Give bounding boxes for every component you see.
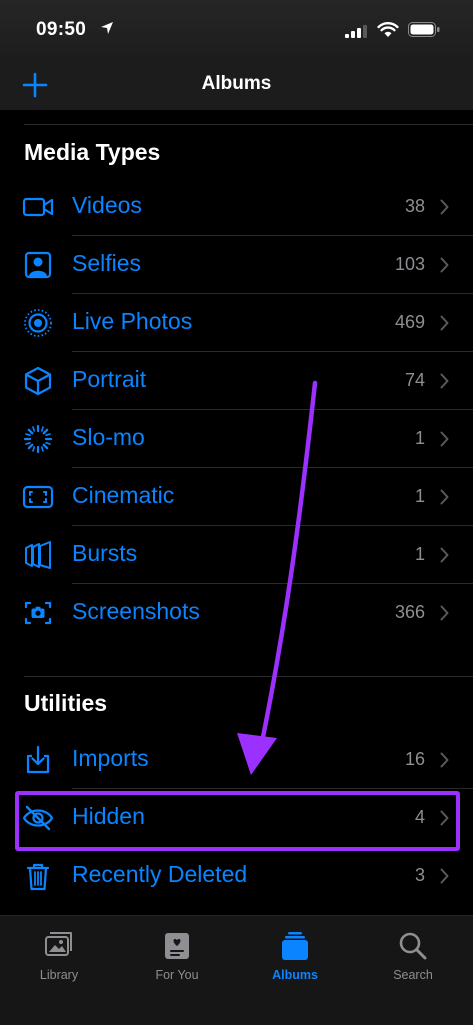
- for-you-icon: [165, 933, 189, 959]
- album-count: 3: [414, 865, 425, 885]
- screenshot-icon: [24, 601, 52, 625]
- chevron-right-icon: [440, 373, 449, 389]
- trash-icon: [26, 863, 50, 891]
- album-row-cinematic[interactable]: Cinematic 1: [0, 468, 473, 526]
- status-bar: 09:50: [0, 0, 473, 62]
- live-photo-icon: [24, 309, 52, 337]
- album-row-videos[interactable]: Videos 38: [0, 178, 473, 236]
- chevron-right-icon: [440, 315, 449, 331]
- album-row-screenshots[interactable]: Screenshots 366: [0, 584, 473, 642]
- chevron-right-icon: [440, 199, 449, 215]
- divider: [24, 676, 473, 677]
- tab-label: For You: [155, 968, 199, 982]
- tab-label: Albums: [272, 968, 318, 982]
- utilities-heading: Utilities: [24, 690, 108, 716]
- tab-search[interactable]: Search: [354, 916, 472, 996]
- album-row-slo-mo[interactable]: Slo-mo 1: [0, 410, 473, 468]
- album-count: 74: [404, 370, 425, 390]
- album-count: 16: [404, 749, 425, 769]
- album-label: Imports: [72, 745, 149, 771]
- album-row-bursts[interactable]: Bursts 1: [0, 526, 473, 584]
- slo-mo-icon: [23, 424, 53, 454]
- album-label: Hidden: [72, 803, 145, 829]
- album-count: 469: [394, 312, 425, 332]
- tab-for-you[interactable]: For You: [118, 916, 236, 996]
- album-count: 103: [394, 254, 425, 274]
- media-types-heading: Media Types: [24, 139, 161, 165]
- album-row-recently-deleted[interactable]: Recently Deleted 3: [0, 847, 473, 905]
- hidden-eye-icon: [22, 805, 54, 831]
- cellular-signal-icon: [345, 25, 367, 38]
- portrait-cube-icon: [24, 366, 52, 396]
- album-row-portrait[interactable]: Portrait 74: [0, 352, 473, 410]
- cinematic-icon: [22, 485, 54, 509]
- album-label: Bursts: [72, 540, 138, 566]
- album-label: Selfies: [72, 250, 142, 276]
- chevron-right-icon: [440, 752, 449, 768]
- selfie-icon: [24, 251, 52, 279]
- album-label: Screenshots: [72, 598, 200, 624]
- chevron-right-icon: [440, 605, 449, 621]
- album-label: Portrait: [72, 366, 147, 392]
- import-icon: [26, 745, 50, 774]
- bursts-icon: [25, 541, 51, 569]
- album-label: Videos: [72, 192, 142, 218]
- library-icon: [45, 932, 72, 956]
- location-arrow-icon: [101, 22, 113, 34]
- page-title: Albums: [201, 73, 272, 94]
- album-row-hidden[interactable]: Hidden 4: [0, 789, 473, 847]
- search-icon: [399, 932, 427, 960]
- album-row-selfies[interactable]: Selfies 103: [0, 236, 473, 294]
- album-label: Recently Deleted: [72, 861, 248, 887]
- chevron-right-icon: [440, 257, 449, 273]
- tab-library[interactable]: Library: [0, 916, 118, 996]
- album-label: Live Photos: [72, 308, 193, 334]
- nav-bar: Albums: [0, 62, 473, 110]
- battery-icon: [408, 22, 440, 37]
- chevron-right-icon: [440, 547, 449, 563]
- album-count: 366: [394, 602, 425, 622]
- status-time: 09:50: [36, 19, 87, 40]
- chevron-right-icon: [440, 810, 449, 826]
- album-count: 38: [404, 196, 425, 216]
- divider: [24, 124, 473, 125]
- tab-bar: Library For You Albums Search: [0, 915, 473, 1025]
- albums-icon: [282, 932, 308, 960]
- album-count: 1: [414, 544, 425, 564]
- album-count: 1: [414, 486, 425, 506]
- album-row-imports[interactable]: Imports 16: [0, 731, 473, 789]
- chevron-right-icon: [440, 431, 449, 447]
- album-count: 1: [414, 428, 425, 448]
- album-count: 4: [414, 807, 425, 827]
- tab-albums[interactable]: Albums: [236, 916, 354, 996]
- chevron-right-icon: [440, 489, 449, 505]
- album-label: Slo-mo: [72, 424, 145, 450]
- wifi-icon: [377, 22, 399, 37]
- tab-label: Library: [39, 968, 79, 982]
- album-row-live-photos[interactable]: Live Photos 469: [0, 294, 473, 352]
- video-icon: [22, 197, 54, 217]
- chevron-right-icon: [440, 868, 449, 884]
- album-label: Cinematic: [72, 482, 175, 508]
- tab-label: Search: [393, 968, 433, 982]
